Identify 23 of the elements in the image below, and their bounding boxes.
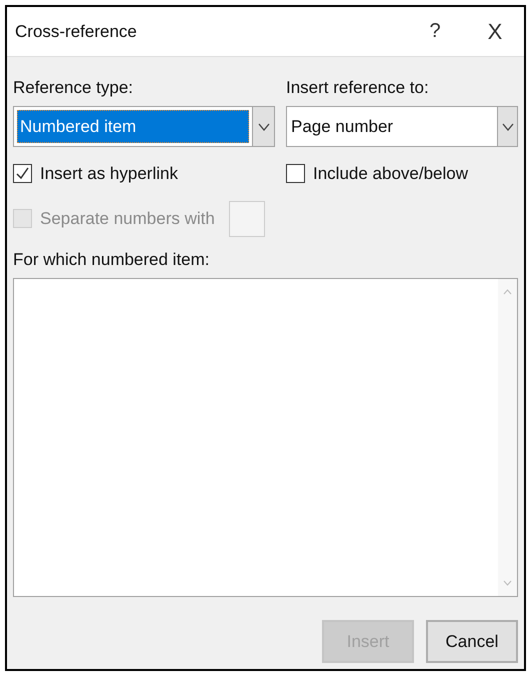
dropdown-value: Page number [290,116,394,138]
chevron-down-icon [258,122,270,130]
checkbox-label: Insert as hyperlink [40,163,178,185]
scroll-down-icon [503,580,512,586]
checkbox-label: Separate numbers with [40,208,215,230]
chevron-down-icon [502,122,514,130]
help-button[interactable]: ? [420,16,450,46]
close-button[interactable]: X [480,14,510,48]
window-title: Cross-reference [15,20,138,42]
field-label: Reference type: [13,76,134,98]
checkbox-label: Include above/below [313,163,468,185]
list-label: For which numbered item: [13,248,211,270]
checkbox[interactable] [13,164,32,184]
scrollbar[interactable] [498,279,517,596]
reference-type-dropdown[interactable]: Numbered item [13,106,275,147]
dropdown-value: Numbered item [17,110,249,143]
checkbox[interactable] [286,164,305,184]
numbered-item-list[interactable] [13,278,518,597]
field-label: Insert reference to: [286,76,430,98]
dialog-button[interactable]: Cancel [426,620,518,663]
checkmark-icon [16,167,29,180]
insert-reference-dropdown[interactable]: Page number [286,106,518,147]
scroll-up-icon [503,289,512,295]
